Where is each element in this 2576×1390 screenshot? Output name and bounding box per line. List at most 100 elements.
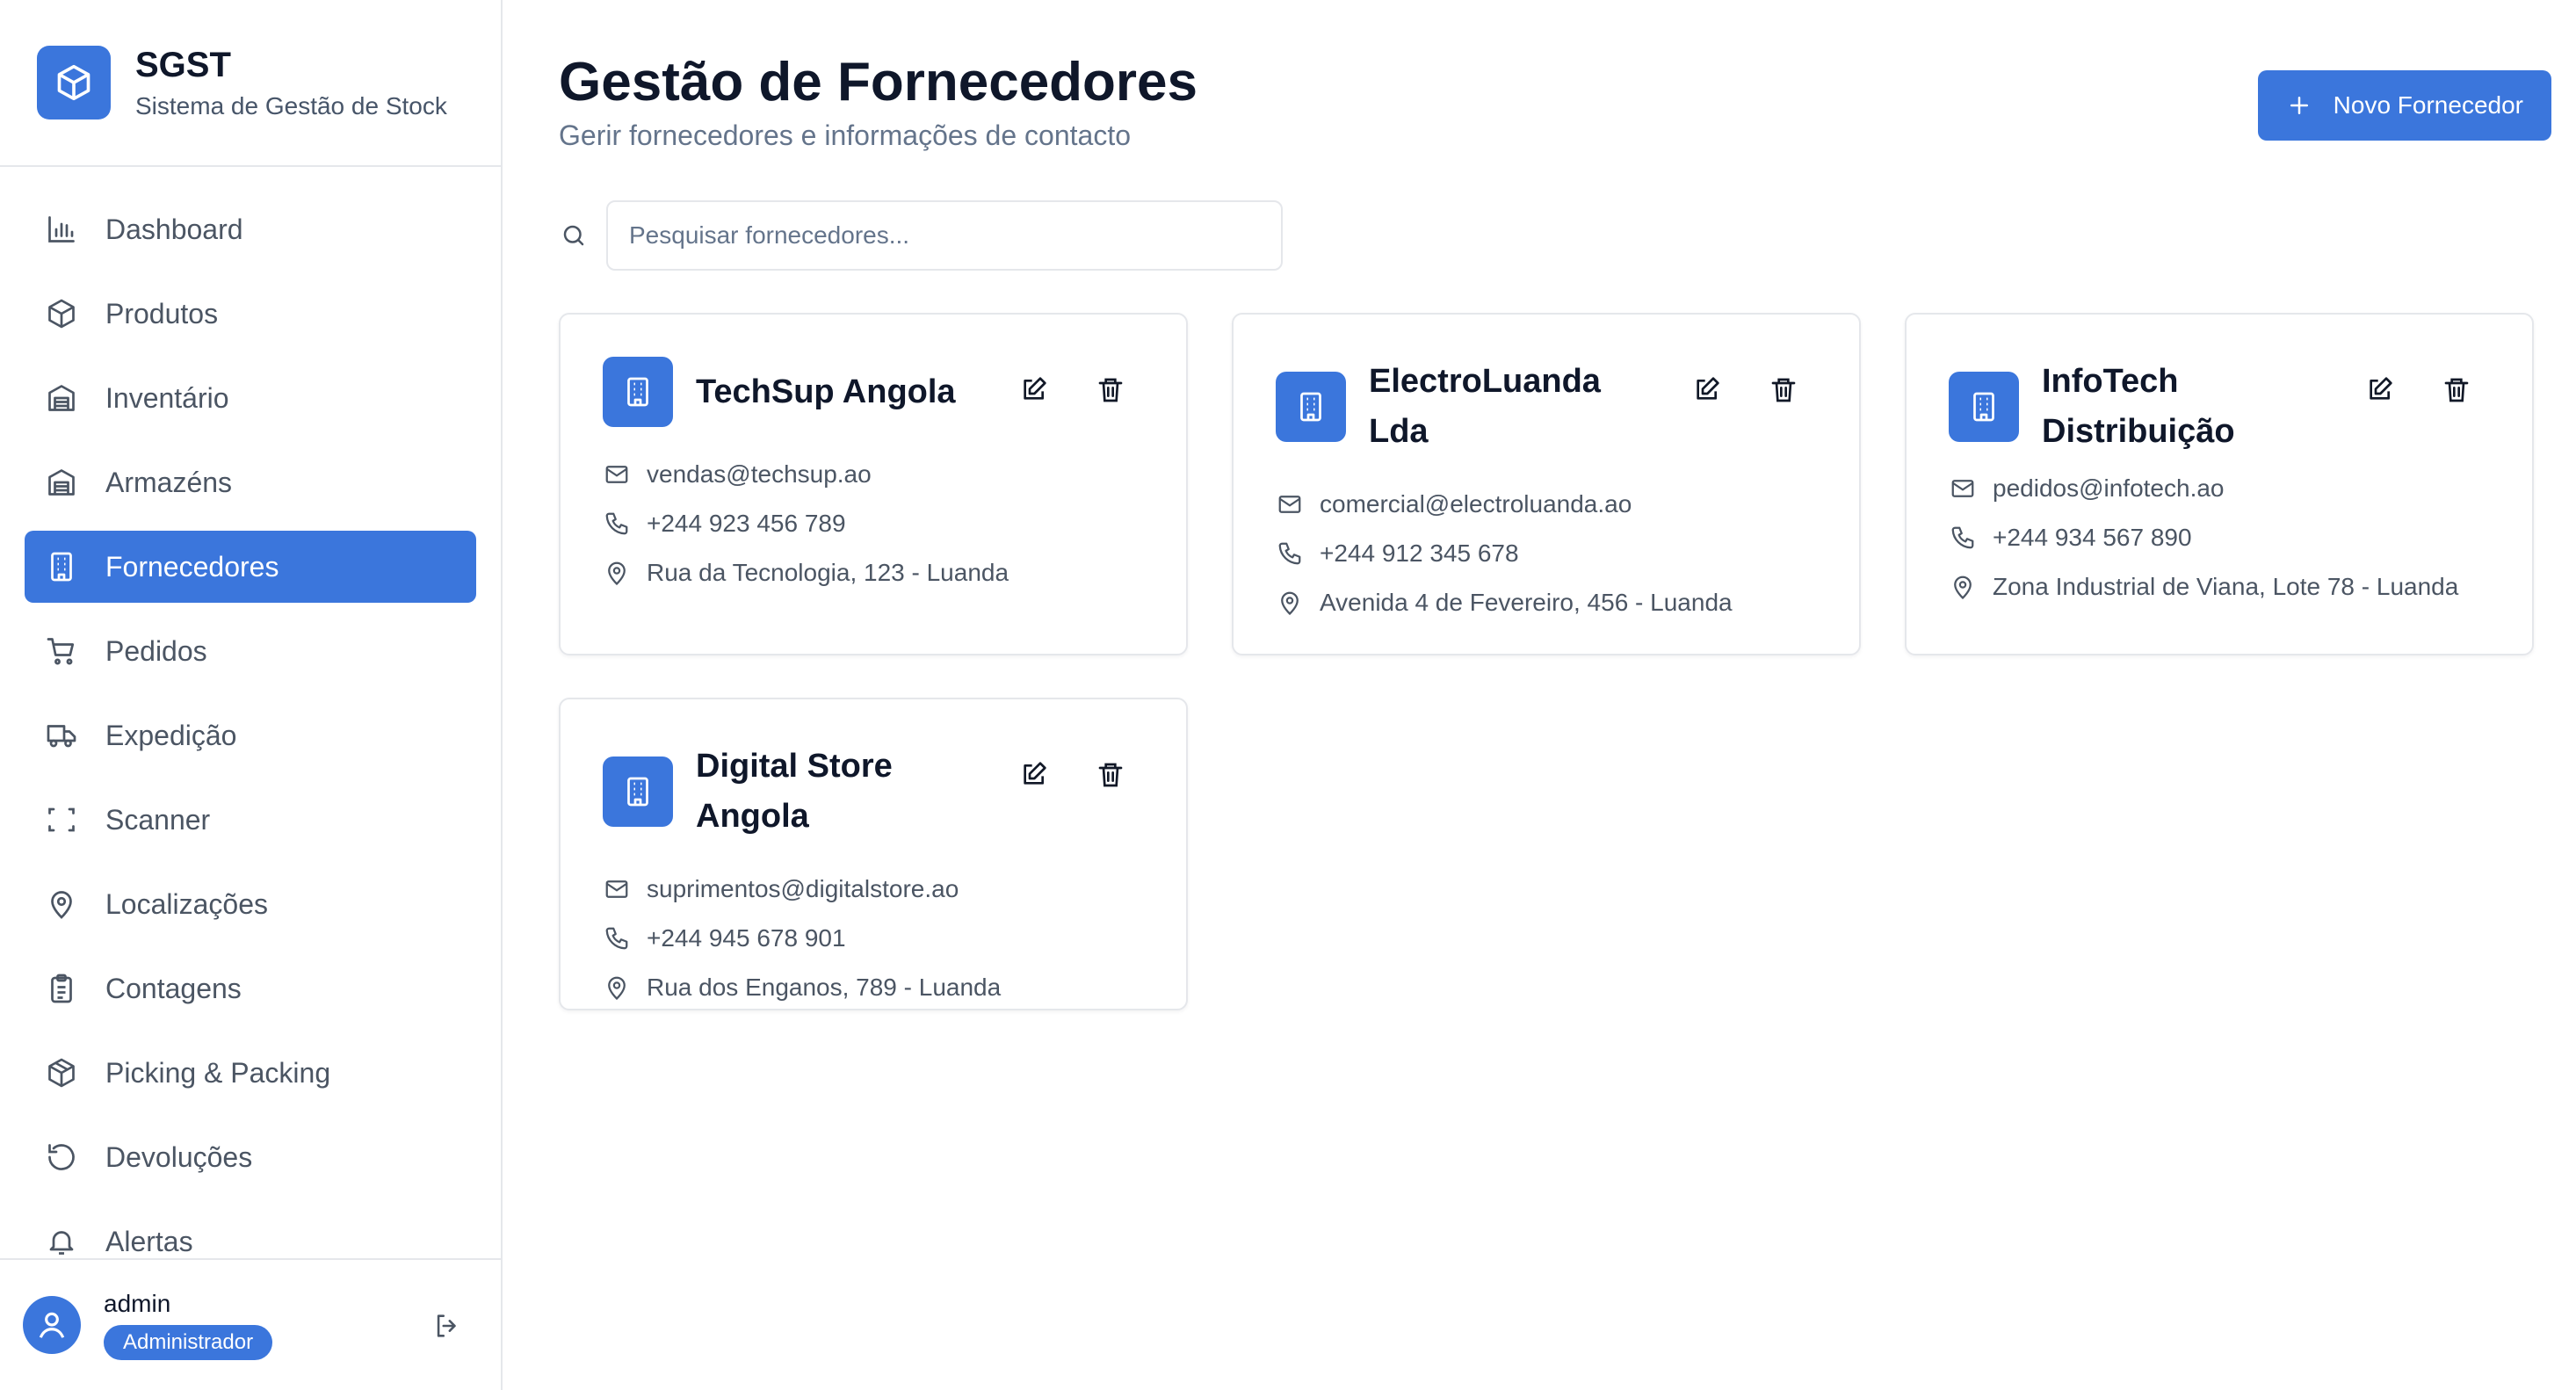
new-supplier-label: Novo Fornecedor: [2333, 91, 2523, 119]
package-icon: [44, 1055, 79, 1090]
new-supplier-button[interactable]: Novo Fornecedor: [2257, 70, 2551, 141]
sidebar-item-label: Localizações: [105, 887, 268, 920]
sidebar-item-picking-packing[interactable]: Picking & Packing: [25, 1037, 476, 1109]
brand-title: SGST: [135, 46, 231, 84]
truck-icon: [44, 718, 79, 753]
app-root: SGST Sistema de Gestão de Stock Dashboar…: [0, 0, 2576, 1390]
sidebar-item-label: Devoluções: [105, 1140, 253, 1173]
sidebar-item-pedidos[interactable]: Pedidos: [25, 615, 476, 687]
supplier-phone: +244 934 567 890: [1949, 513, 2490, 562]
delete-icon[interactable]: [1091, 756, 1130, 794]
map-pin-icon: [1949, 574, 1977, 600]
sidebar-item-fornecedores[interactable]: Fornecedores: [25, 531, 476, 603]
building-icon: [1949, 372, 2019, 442]
phone-icon: [1949, 525, 1977, 551]
phone-icon: [603, 925, 631, 952]
edit-icon[interactable]: [1014, 371, 1053, 409]
supplier-card: TechSup Angola vendas@techsup.ao +244 92…: [559, 313, 1188, 655]
mail-icon: [1276, 491, 1304, 518]
search-input[interactable]: [606, 200, 1283, 271]
delete-icon[interactable]: [1764, 371, 1803, 409]
sidebar-item-armazens[interactable]: Armazéns: [25, 446, 476, 518]
sidebar-item-localizacoes[interactable]: Localizações: [25, 868, 476, 940]
user-name: admin: [104, 1290, 171, 1317]
sidebar-item-label: Armazéns: [105, 466, 233, 498]
sidebar-nav: Dashboard Produtos Inventário Armazéns F…: [0, 167, 501, 1256]
bar-chart-icon: [44, 212, 79, 247]
supplier-phone: +244 912 345 678: [1276, 529, 1817, 578]
phone-icon: [603, 510, 631, 537]
building-icon: [603, 357, 673, 427]
supplier-name: InfoTech Distribuição: [2042, 363, 2235, 450]
supplier-address: Avenida 4 de Fevereiro, 456 - Luanda: [1276, 578, 1817, 627]
supplier-name: Digital Store Angola: [696, 748, 893, 835]
delete-icon[interactable]: [1091, 371, 1130, 409]
sidebar-item-inventario[interactable]: Inventário: [25, 362, 476, 434]
delete-icon[interactable]: [2437, 371, 2476, 409]
sidebar-item-scanner[interactable]: Scanner: [25, 784, 476, 856]
bell-icon: [44, 1224, 79, 1256]
sidebar-item-label: Scanner: [105, 803, 211, 836]
supplier-card: Digital Store Angola suprimentos@digital…: [559, 698, 1188, 1010]
sidebar-item-label: Produtos: [105, 297, 219, 329]
sidebar-item-label: Alertas: [105, 1225, 193, 1257]
mail-icon: [603, 461, 631, 488]
map-pin-icon: [603, 974, 631, 1001]
mail-icon: [603, 876, 631, 902]
sidebar-item-devolucoes[interactable]: Devoluções: [25, 1121, 476, 1193]
edit-icon[interactable]: [2360, 371, 2399, 409]
supplier-email: comercial@electroluanda.ao: [1276, 480, 1817, 529]
sidebar-item-expedicao[interactable]: Expedição: [25, 699, 476, 771]
supplier-email: suprimentos@digitalstore.ao: [603, 865, 1144, 914]
warehouse-icon: [44, 465, 79, 500]
brand-subtitle: Sistema de Gestão de Stock: [135, 92, 447, 119]
clipboard-icon: [44, 971, 79, 1006]
sidebar-item-label: Dashboard: [105, 213, 243, 245]
sidebar-item-alertas[interactable]: Alertas: [25, 1205, 476, 1256]
sidebar-item-label: Picking & Packing: [105, 1056, 331, 1089]
search-bar: [559, 200, 1283, 271]
page-subtitle: Gerir fornecedores e informações de cont…: [559, 119, 1131, 151]
map-pin-icon: [44, 887, 79, 922]
supplier-address: Rua dos Enganos, 789 - Luanda: [603, 963, 1144, 1012]
search-icon: [559, 221, 589, 250]
building-icon: [44, 549, 79, 584]
supplier-card: ElectroLuanda Lda comercial@electroluand…: [1232, 313, 1861, 655]
sidebar-item-label: Pedidos: [105, 634, 207, 667]
supplier-name: ElectroLuanda Lda: [1369, 363, 1601, 450]
scan-icon: [44, 802, 79, 837]
user-avatar-icon[interactable]: [23, 1296, 81, 1354]
supplier-name: TechSup Angola: [696, 373, 956, 410]
sidebar-item-label: Expedição: [105, 719, 237, 751]
role-badge: Administrador: [104, 1325, 273, 1360]
sidebar-item-dashboard[interactable]: Dashboard: [25, 193, 476, 265]
box-icon: [44, 296, 79, 331]
sidebar-item-label: Inventário: [105, 381, 229, 414]
sidebar: SGST Sistema de Gestão de Stock Dashboar…: [0, 0, 503, 1390]
brand-header: SGST Sistema de Gestão de Stock: [0, 0, 501, 167]
sidebar-item-label: Fornecedores: [105, 550, 279, 583]
supplier-address: Zona Industrial de Viana, Lote 78 - Luan…: [1949, 562, 2490, 612]
supplier-phone: +244 945 678 901: [603, 914, 1144, 963]
plus-icon: [2286, 92, 2312, 119]
user-panel: admin Administrador: [0, 1258, 501, 1390]
map-pin-icon: [1276, 590, 1304, 616]
supplier-card: InfoTech Distribuição pedidos@infotech.a…: [1905, 313, 2534, 655]
sidebar-item-produtos[interactable]: Produtos: [25, 278, 476, 350]
supplier-phone: +244 923 456 789: [603, 499, 1144, 548]
edit-icon[interactable]: [1687, 371, 1726, 409]
building-icon: [603, 757, 673, 827]
cart-icon: [44, 633, 79, 669]
cube-logo-icon: [37, 46, 111, 119]
mail-icon: [1949, 475, 1977, 502]
logout-icon[interactable]: [432, 1311, 462, 1345]
undo-icon: [44, 1140, 79, 1175]
sidebar-item-contagens[interactable]: Contagens: [25, 952, 476, 1024]
edit-icon[interactable]: [1014, 756, 1053, 794]
building-icon: [1276, 372, 1346, 442]
supplier-email: vendas@techsup.ao: [603, 450, 1144, 499]
supplier-address: Rua da Tecnologia, 123 - Luanda: [603, 548, 1144, 597]
sidebar-item-label: Contagens: [105, 972, 242, 1004]
warehouse-icon: [44, 380, 79, 416]
phone-icon: [1276, 540, 1304, 567]
